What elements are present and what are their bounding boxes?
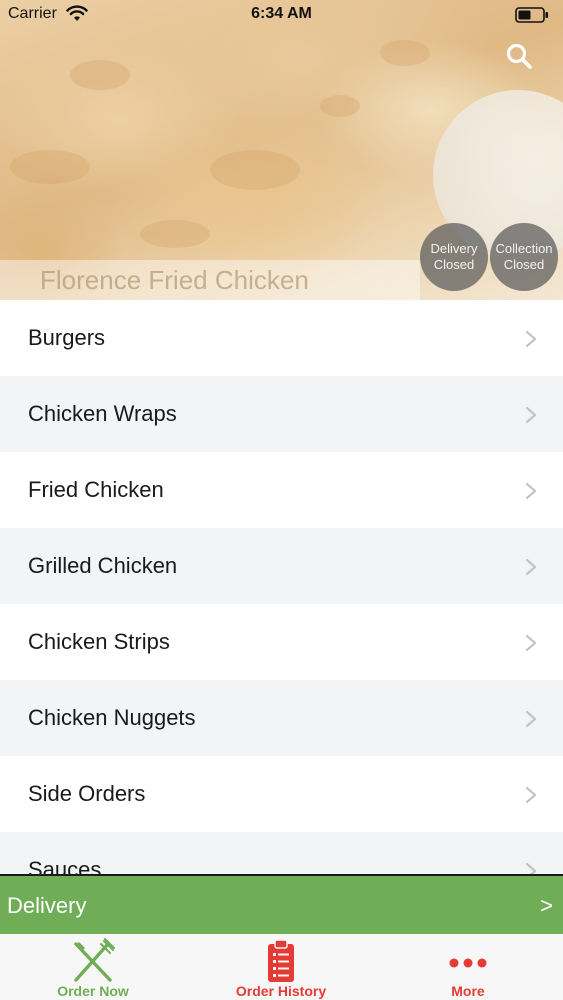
- delivery-status-title: Delivery: [430, 241, 478, 256]
- category-item-chicken-wraps[interactable]: Chicken Wraps: [0, 376, 563, 452]
- category-item-grilled-chicken[interactable]: Grilled Chicken: [0, 528, 563, 604]
- tab-more[interactable]: More: [405, 934, 531, 1000]
- category-label: Grilled Chicken: [28, 553, 178, 578]
- tab-bar: Order Now Order History More: [0, 934, 563, 1000]
- category-label: Side Orders: [28, 781, 146, 806]
- tab-more-label: More: [451, 983, 485, 999]
- restaurant-name: Florence Fried Chicken: [40, 265, 309, 295]
- delivery-arrow-icon: >: [540, 893, 553, 918]
- tab-order-history-label: Order History: [235, 983, 327, 999]
- category-item-burgers[interactable]: Burgers: [0, 300, 563, 376]
- chevron-right-icon: [525, 710, 537, 728]
- clock: 6:34 AM: [251, 5, 312, 22]
- clipboard-list-icon: [268, 939, 294, 982]
- fork-knife-icon: [74, 938, 115, 982]
- chevron-right-icon: [525, 482, 537, 500]
- collection-status-badge: Collection Closed: [490, 223, 558, 291]
- chevron-right-icon: [525, 634, 537, 652]
- category-label: Chicken Nuggets: [28, 705, 196, 730]
- more-dots-icon: [449, 958, 487, 968]
- chevron-right-icon: [525, 558, 537, 576]
- category-item-chicken-nuggets[interactable]: Chicken Nuggets: [0, 680, 563, 756]
- tab-order-now[interactable]: Order Now: [30, 934, 156, 1000]
- category-label: Burgers: [28, 325, 106, 350]
- collection-status-title: Collection: [495, 241, 553, 256]
- search-icon: [506, 43, 532, 69]
- delivery-mode-label: Delivery: [7, 893, 87, 918]
- tab-order-now-label: Order Now: [57, 983, 129, 999]
- category-label: Chicken Strips: [28, 629, 170, 654]
- category-item-chicken-strips[interactable]: Chicken Strips: [0, 604, 563, 680]
- delivery-status-value: Closed: [433, 257, 475, 272]
- delivery-mode-bar[interactable]: Delivery >: [0, 874, 563, 934]
- collection-status-value: Closed: [503, 257, 545, 272]
- tab-order-history[interactable]: Order History: [218, 934, 344, 1000]
- search-button[interactable]: [505, 42, 533, 70]
- chevron-right-icon: [525, 330, 537, 348]
- category-label: Chicken Wraps: [28, 401, 177, 426]
- battery-icon: [515, 7, 548, 23]
- category-item-side-orders[interactable]: Side Orders: [0, 756, 563, 832]
- chevron-right-icon: [525, 786, 537, 804]
- hero-banner: Carrier 6:34 AM Florence Fried Chicken D…: [0, 0, 563, 300]
- chevron-right-icon: [525, 406, 537, 424]
- delivery-status-badge: Delivery Closed: [420, 223, 488, 291]
- status-bar: Carrier 6:34 AM: [0, 0, 563, 30]
- category-item-sauces[interactable]: Sauces: [0, 832, 563, 876]
- category-list: Burgers Chicken Wraps Fried Chicken Gril…: [0, 300, 563, 876]
- category-label: Fried Chicken: [28, 477, 164, 502]
- category-item-fried-chicken[interactable]: Fried Chicken: [0, 452, 563, 528]
